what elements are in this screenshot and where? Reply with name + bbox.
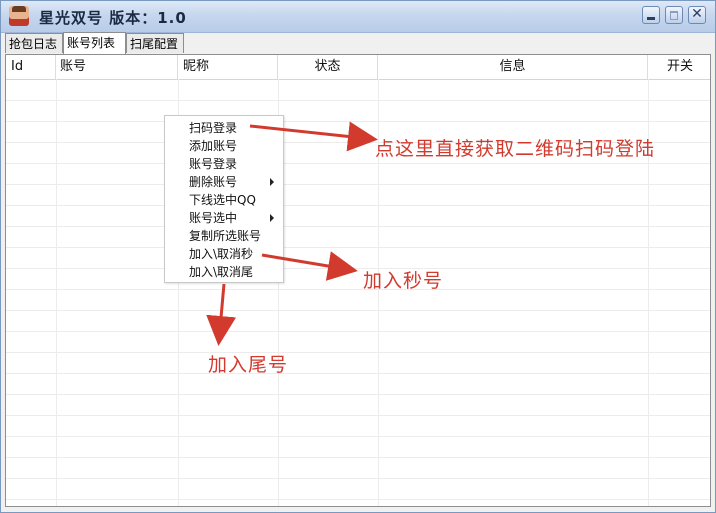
- arrow-to-toggle-tail: [206, 283, 237, 346]
- annotation-join-tail: 加入尾号: [208, 354, 289, 376]
- arrow-to-scan-login: [249, 121, 378, 152]
- annotation-scan-login: 点这里直接获取二维码扫码登陆: [375, 138, 656, 160]
- annotation-arrows: [206, 121, 378, 346]
- arrow-to-toggle-sec: [261, 251, 358, 281]
- annotation-join-sec: 加入秒号: [363, 270, 444, 292]
